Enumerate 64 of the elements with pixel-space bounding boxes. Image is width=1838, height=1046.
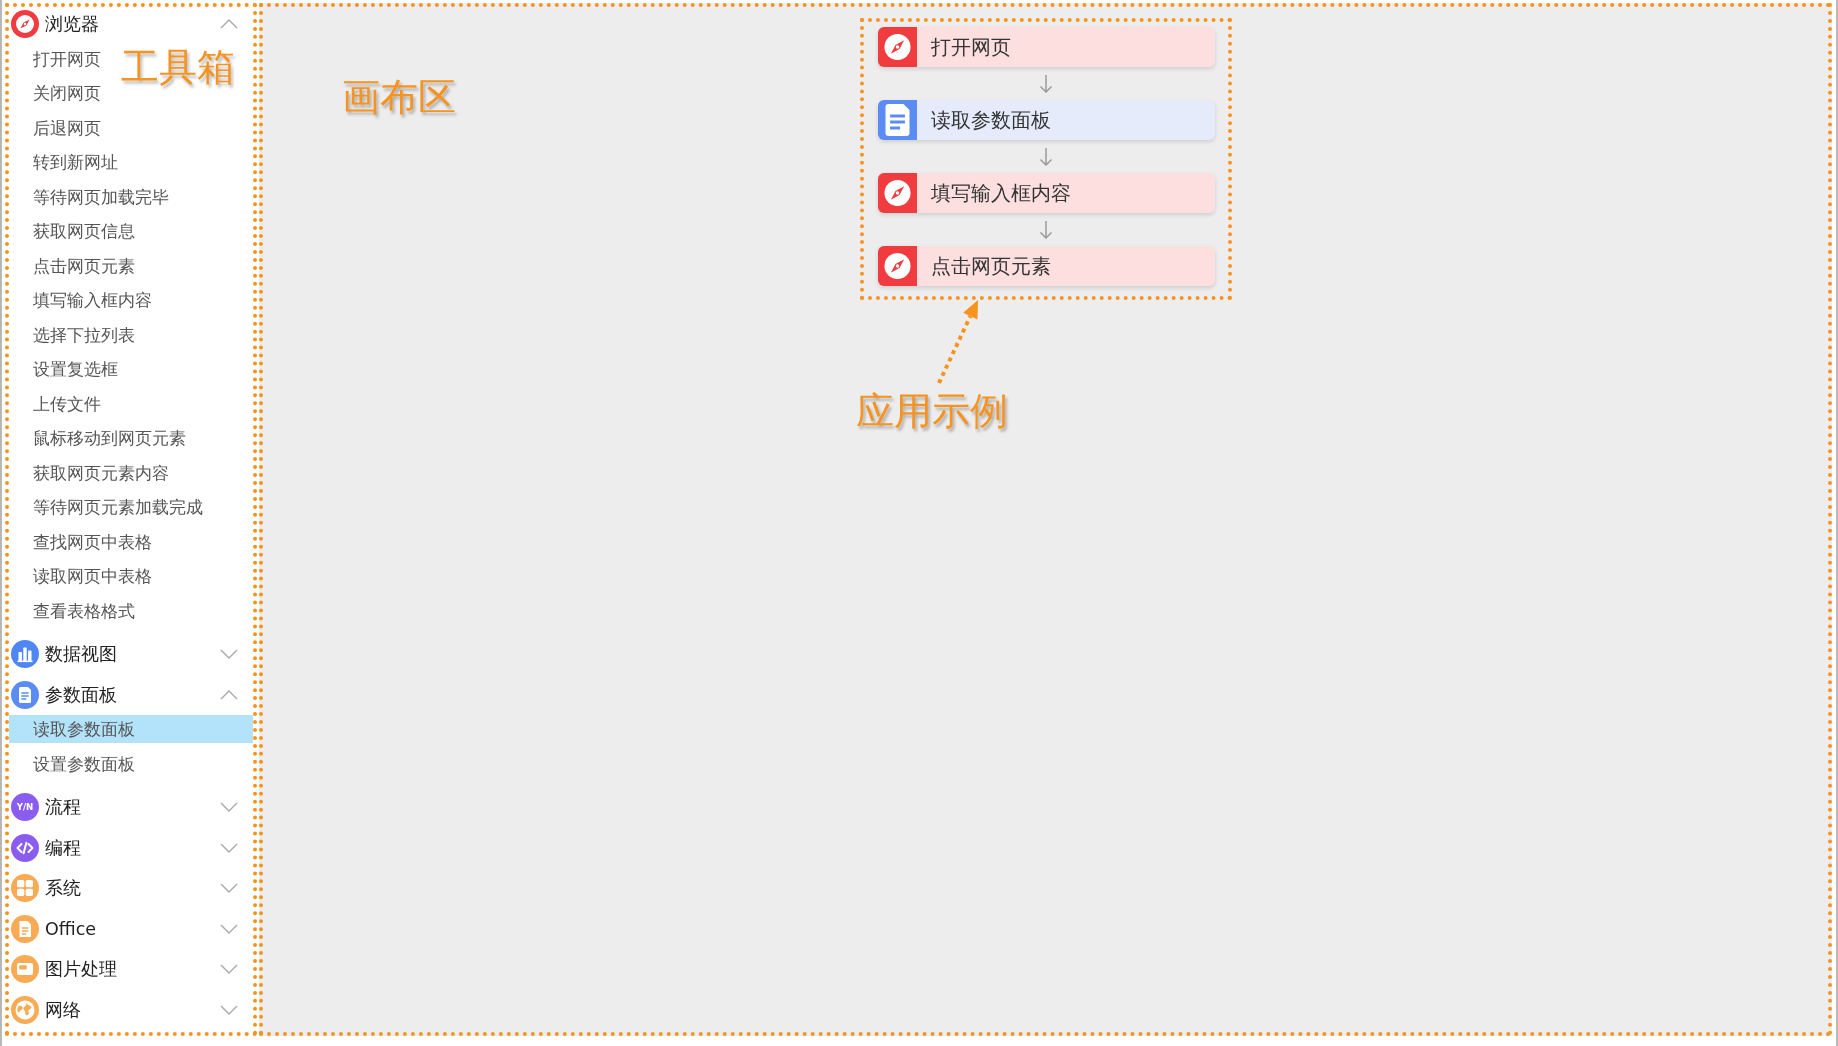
node-label: 点击网页元素 <box>930 252 1051 280</box>
chevron-down-icon[interactable] <box>220 842 238 853</box>
yes-no-icon: Y/N <box>10 793 39 822</box>
category-label[interactable]: 浏览器 <box>45 12 99 37</box>
annotation-label: 工具箱 <box>121 44 235 90</box>
flow-node[interactable]: 点击网页元素 <box>877 246 1215 286</box>
globe-icon <box>10 995 39 1024</box>
chevron-up-icon[interactable] <box>220 19 238 30</box>
sidebar-item[interactable]: 读取网页中表格 <box>33 562 152 590</box>
sidebar-item[interactable]: 转到新网址 <box>33 148 118 176</box>
sidebar-item[interactable]: 查看表格格式 <box>33 596 135 625</box>
category-label[interactable]: 流程 <box>45 795 81 820</box>
category-label[interactable]: 参数面板 <box>45 682 117 707</box>
document-icon <box>10 914 39 943</box>
sidebar-item[interactable]: 打开网页 <box>33 44 101 73</box>
node-label: 打开网页 <box>930 33 1011 61</box>
sidebar-item[interactable]: 后退网页 <box>33 113 101 142</box>
sidebar-item[interactable]: 设置复选框 <box>33 355 118 383</box>
compass-icon <box>10 10 39 39</box>
chevron-down-icon[interactable] <box>220 802 238 813</box>
document-icon <box>10 680 39 709</box>
connector-arrow <box>1039 148 1053 166</box>
chevron-up-icon[interactable] <box>220 689 238 700</box>
sidebar-item[interactable]: 填写输入框内容 <box>33 286 152 314</box>
sidebar-item[interactable]: 读取参数面板 <box>9 715 253 743</box>
chevron-down-icon[interactable] <box>220 649 238 660</box>
grid-icon <box>10 874 39 903</box>
sidebar-item[interactable]: 选择下拉列表 <box>33 320 135 349</box>
compass-icon <box>877 173 917 213</box>
picture-icon <box>10 955 39 984</box>
category-label[interactable]: 数据视图 <box>45 642 117 667</box>
chevron-down-icon[interactable] <box>220 883 238 894</box>
chevron-down-icon[interactable] <box>220 1004 238 1015</box>
annotation-label: 画布区 <box>342 74 456 120</box>
sidebar-item[interactable]: 获取网页信息 <box>33 217 135 245</box>
node-label: 填写输入框内容 <box>930 179 1071 207</box>
flow-node[interactable]: 打开网页 <box>877 27 1215 67</box>
sidebar-item[interactable]: 等待网页加载完毕 <box>33 182 169 211</box>
sidebar-item[interactable]: 等待网页元素加载完成 <box>33 493 203 521</box>
document-icon <box>877 100 917 140</box>
sidebar-item[interactable]: 关闭网页 <box>33 79 101 107</box>
category-label[interactable]: Office <box>45 918 97 939</box>
sidebar-item[interactable]: 鼠标移动到网页元素 <box>33 424 186 452</box>
chevron-down-icon[interactable] <box>220 964 238 975</box>
bar-chart-icon <box>10 640 39 669</box>
compass-icon <box>877 27 917 67</box>
sidebar-item[interactable]: 获取网页元素内容 <box>33 458 169 487</box>
connector-arrow <box>1039 221 1053 239</box>
chevron-down-icon[interactable] <box>220 923 238 934</box>
category-label[interactable]: 系统 <box>45 876 81 901</box>
compass-icon <box>877 246 917 286</box>
code-icon <box>10 833 39 862</box>
category-label[interactable]: 编程 <box>45 835 81 860</box>
sidebar-item[interactable]: 设置参数面板 <box>33 749 135 778</box>
flow-node[interactable]: 填写输入框内容 <box>877 173 1215 213</box>
node-label: 读取参数面板 <box>930 106 1051 134</box>
flow-node[interactable]: 读取参数面板 <box>877 100 1215 140</box>
annotation-label: 应用示例 <box>856 388 1008 434</box>
sidebar-item[interactable]: 上传文件 <box>33 389 101 418</box>
sidebar-item[interactable]: 查找网页中表格 <box>33 527 152 556</box>
connector-arrow <box>1039 75 1053 93</box>
sidebar-item[interactable]: 点击网页元素 <box>33 251 135 280</box>
category-label[interactable]: 网络 <box>45 997 81 1022</box>
category-label[interactable]: 图片处理 <box>45 957 117 982</box>
